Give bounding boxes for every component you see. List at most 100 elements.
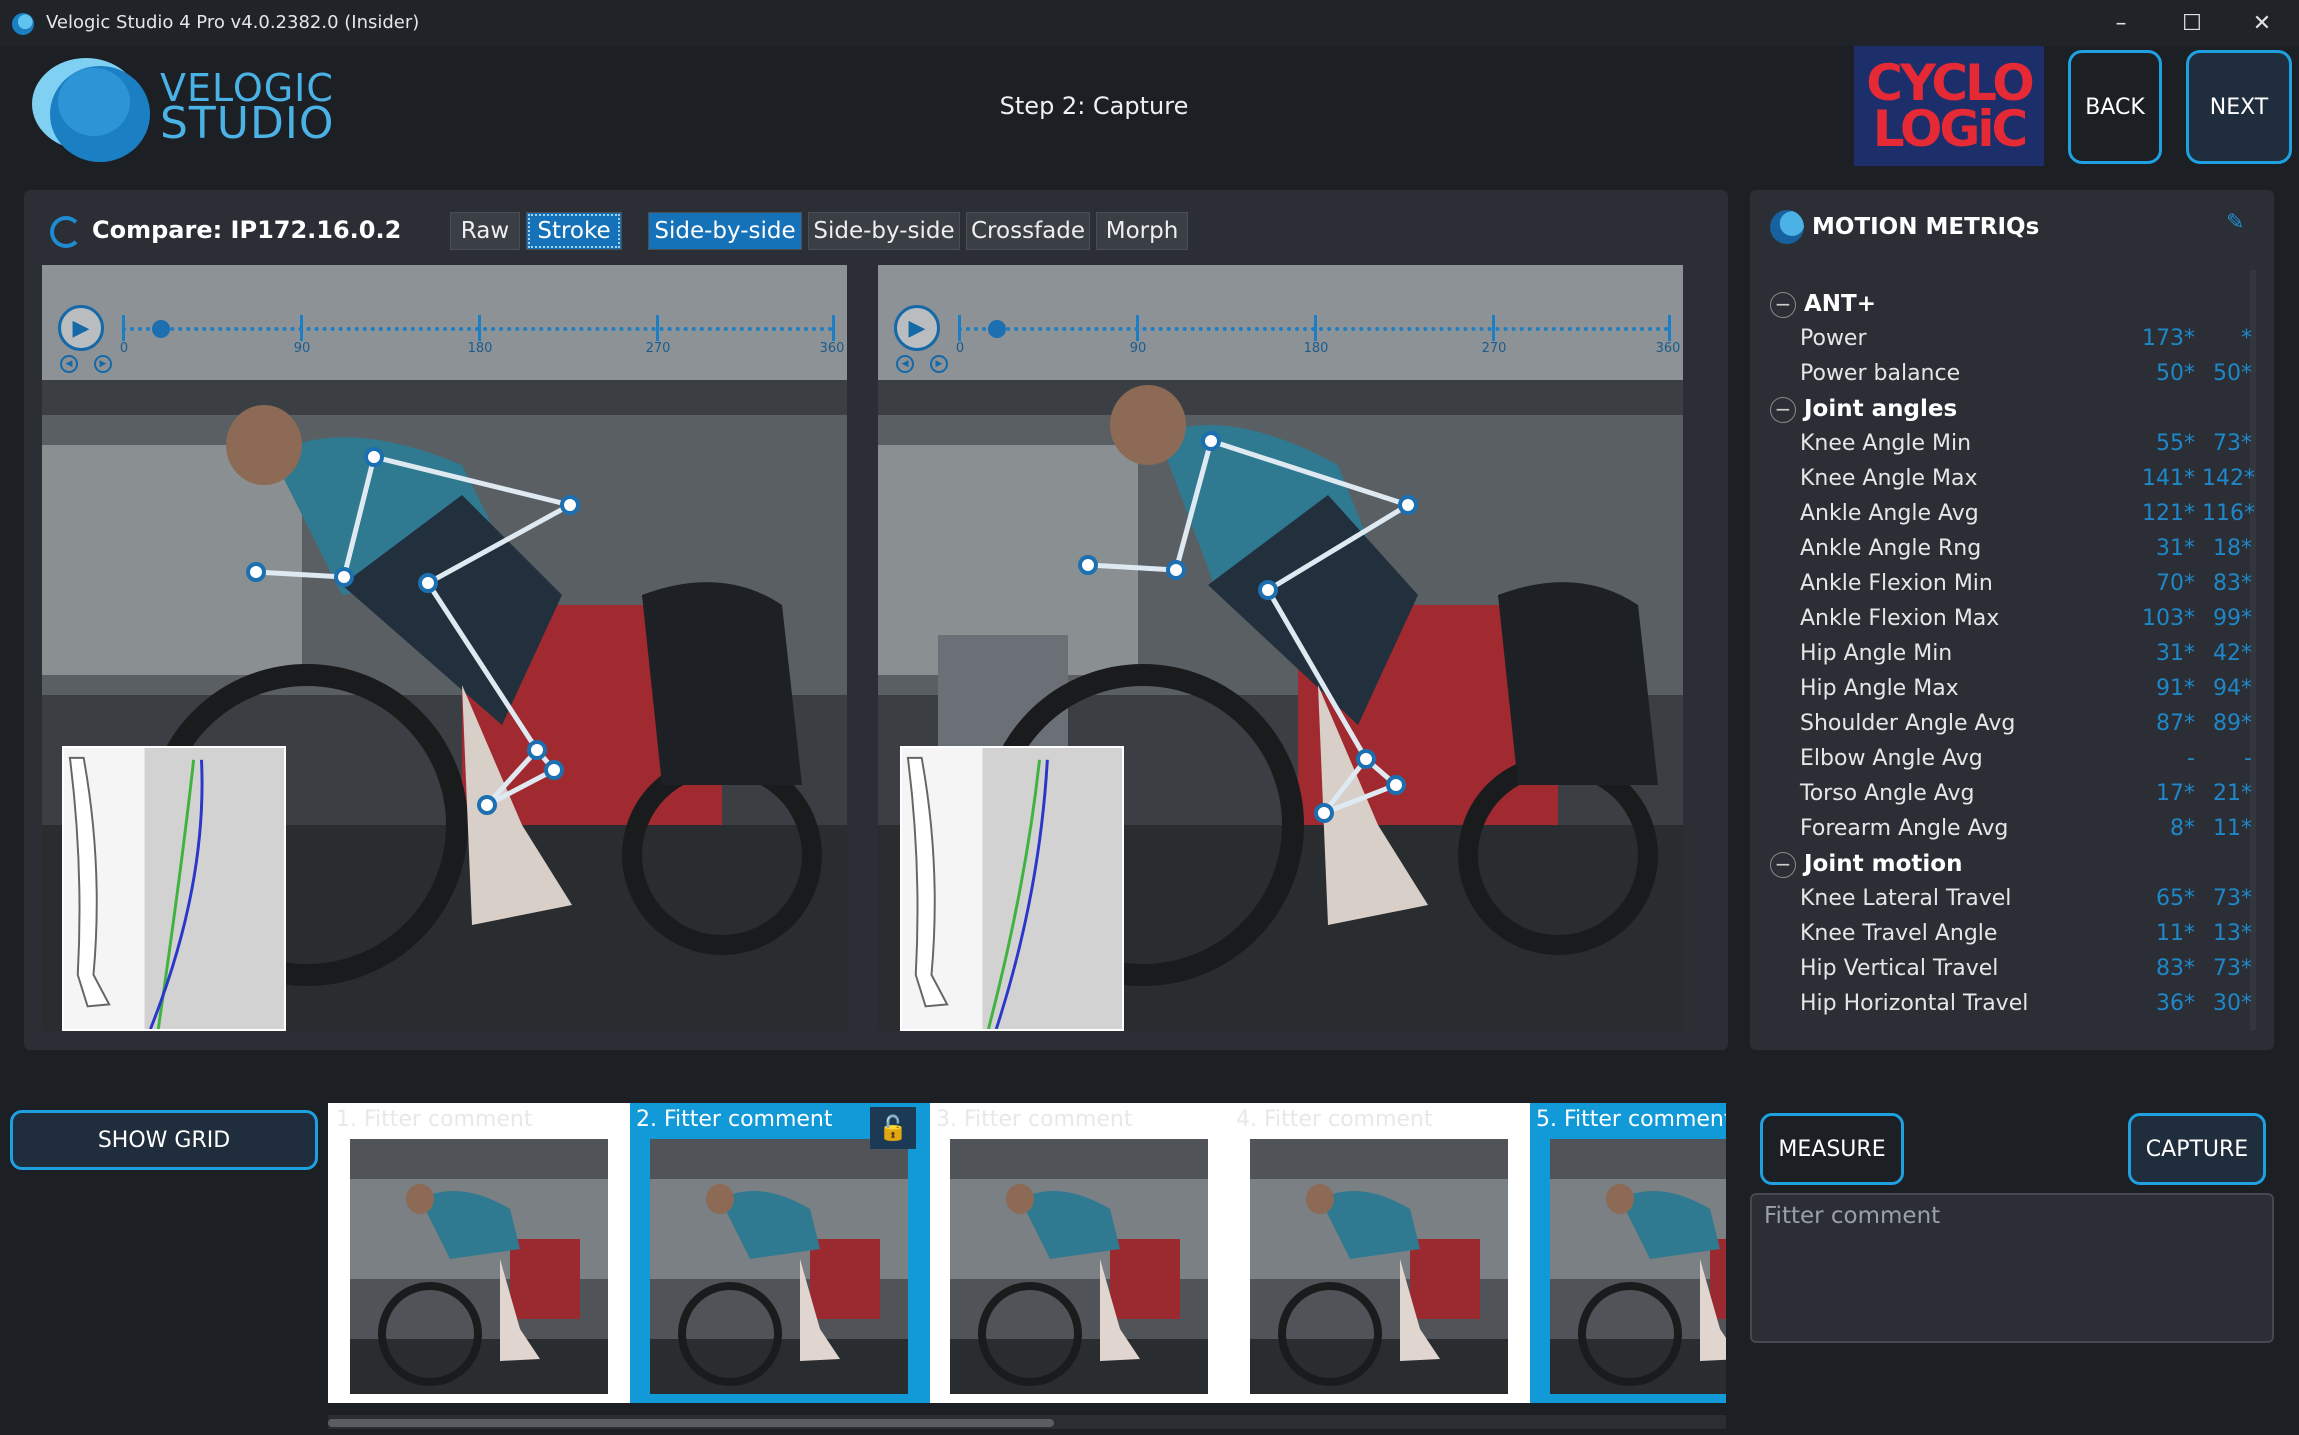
metric-value-right: 116* bbox=[2202, 501, 2255, 526]
metric-value-right: 42* bbox=[2213, 641, 2252, 666]
capture-card[interactable]: 2. Fitter comment 🔓 bbox=[630, 1103, 930, 1403]
metric-value-right: 50* bbox=[2213, 361, 2252, 386]
metric-value-right: 18* bbox=[2213, 536, 2252, 561]
tab-side-by-side-1[interactable]: Side-by-side bbox=[648, 212, 802, 250]
metric-value-left: 173* bbox=[2142, 326, 2195, 351]
capture-thumbnail[interactable] bbox=[1550, 1139, 1726, 1394]
metric-row: Ankle Angle Avg 121* 116* bbox=[1750, 496, 2255, 531]
tab-raw[interactable]: Raw bbox=[450, 212, 520, 250]
metric-label: Ankle Flexion Min bbox=[1800, 571, 1993, 596]
metric-value-left: 11* bbox=[2156, 921, 2195, 946]
metric-label: Elbow Angle Avg bbox=[1800, 746, 1983, 771]
metric-row: Forearm Angle Avg 8* 11* bbox=[1750, 811, 2252, 846]
metric-value-right: 30* bbox=[2213, 991, 2252, 1016]
timeline-scrubber-left[interactable]: ▶ ◀ ▶ 0 90 180 270 360 bbox=[42, 265, 847, 380]
metric-value-right: 21* bbox=[2213, 781, 2252, 806]
tab-morph[interactable]: Morph bbox=[1096, 212, 1188, 250]
metric-label: Torso Angle Avg bbox=[1800, 781, 1975, 806]
metric-group[interactable]: − Joint motion bbox=[1750, 846, 2250, 881]
timeline-knob[interactable] bbox=[152, 320, 171, 338]
maximize-button[interactable]: ☐ bbox=[2158, 0, 2226, 46]
capture-card[interactable]: 1. Fitter comment bbox=[330, 1103, 630, 1403]
tab-side-by-side-2[interactable]: Side-by-side bbox=[808, 212, 960, 250]
capture-caption: 5. Fitter comment bbox=[1536, 1107, 1726, 1132]
metric-value-right: 99* bbox=[2213, 606, 2252, 631]
video-left[interactable]: ▶ ◀ ▶ 0 90 180 270 360 bbox=[42, 265, 847, 1031]
metric-value-left: 70* bbox=[2156, 571, 2195, 596]
metric-value-right: * bbox=[2241, 326, 2252, 351]
timeline-tick bbox=[1314, 315, 1317, 341]
metric-label: Knee Angle Min bbox=[1800, 431, 1972, 456]
metric-row: Knee Travel Angle 11* 13* bbox=[1750, 916, 2252, 951]
capture-thumbnail[interactable] bbox=[950, 1139, 1208, 1394]
timeline-knob[interactable] bbox=[988, 320, 1007, 338]
metric-label: Ankle Angle Rng bbox=[1800, 536, 1982, 561]
metric-row: Hip Vertical Travel 83* 73* bbox=[1750, 951, 2252, 986]
timeline-scrubber-right[interactable]: ▶ ◀ ▶ 0 90 180 270 360 bbox=[878, 265, 1683, 380]
metric-value-left: 31* bbox=[2156, 641, 2195, 666]
metric-value-right: 89* bbox=[2213, 711, 2252, 736]
metric-group[interactable]: − Joint angles bbox=[1750, 391, 2250, 426]
metric-value-left: 121* bbox=[2142, 501, 2195, 526]
metric-value-right: 73* bbox=[2213, 886, 2252, 911]
cyclologic-logo: CYCLO LOGiC bbox=[1854, 46, 2044, 166]
capture-caption: 3. Fitter comment bbox=[936, 1107, 1133, 1132]
collapse-icon[interactable]: − bbox=[1770, 397, 1796, 423]
metric-value-left: - bbox=[2187, 746, 2195, 771]
timeline-tick bbox=[1492, 315, 1495, 341]
metric-value-left: 83* bbox=[2156, 956, 2195, 981]
metric-label: Forearm Angle Avg bbox=[1800, 816, 2009, 841]
timeline-tick bbox=[478, 315, 481, 341]
play-icon[interactable]: ▶ bbox=[894, 305, 940, 351]
metric-value-right: 142* bbox=[2202, 466, 2255, 491]
scrollbar-thumb[interactable] bbox=[328, 1419, 1054, 1427]
capture-button[interactable]: CAPTURE bbox=[2128, 1113, 2266, 1185]
capture-card[interactable]: 4. Fitter comment bbox=[1230, 1103, 1530, 1403]
edit-pencil-icon[interactable]: ✎ bbox=[2226, 210, 2244, 235]
lock-icon[interactable]: 🔓 bbox=[870, 1107, 916, 1149]
collapse-icon[interactable]: − bbox=[1770, 292, 1796, 318]
step-forward-icon[interactable]: ▶ bbox=[930, 355, 948, 373]
show-grid-button[interactable]: SHOW GRID bbox=[10, 1110, 318, 1170]
metric-value-left: 8* bbox=[2170, 816, 2195, 841]
capture-thumbnail[interactable] bbox=[1250, 1139, 1508, 1394]
tab-crossfade[interactable]: Crossfade bbox=[966, 212, 1090, 250]
fitter-comment-field[interactable] bbox=[1750, 1193, 2274, 1343]
tick-label: 180 bbox=[1303, 341, 1329, 356]
capture-thumbnail[interactable] bbox=[350, 1139, 608, 1394]
next-button[interactable]: NEXT bbox=[2186, 50, 2292, 164]
metric-label: Knee Travel Angle bbox=[1800, 921, 1998, 946]
close-button[interactable]: ✕ bbox=[2228, 0, 2296, 46]
metric-value-left: 141* bbox=[2142, 466, 2195, 491]
collapse-icon[interactable]: − bbox=[1770, 852, 1796, 878]
metric-label: Knee Angle Max bbox=[1800, 466, 1978, 491]
play-icon[interactable]: ▶ bbox=[58, 305, 104, 351]
motion-metrics-panel: MOTION METRIQs ✎ − ANT+ Power 173* * Power ba… bbox=[1750, 190, 2274, 1050]
timeline-tick bbox=[122, 315, 125, 341]
metric-row: Ankle Angle Rng 31* 18* bbox=[1750, 531, 2252, 566]
minimize-button[interactable]: – bbox=[2087, 0, 2155, 46]
capture-card[interactable]: 3. Fitter comment bbox=[930, 1103, 1230, 1403]
metric-label: Hip Angle Max bbox=[1800, 676, 1959, 701]
metric-value-right: 73* bbox=[2213, 956, 2252, 981]
knee-trace-inset bbox=[900, 746, 1124, 1031]
measure-button[interactable]: MEASURE bbox=[1760, 1113, 1904, 1185]
back-button[interactable]: BACK bbox=[2068, 50, 2162, 164]
tab-stroke[interactable]: Stroke bbox=[526, 212, 622, 250]
metric-label: Power balance bbox=[1800, 361, 1961, 386]
capture-card[interactable]: 5. Fitter comment bbox=[1530, 1103, 1726, 1403]
metric-group-label: ANT+ bbox=[1804, 291, 1877, 317]
compare-refresh-icon[interactable] bbox=[50, 216, 82, 248]
metrics-list: − ANT+ Power 173* * Power balance 50* 50* − Joint… bbox=[1750, 286, 2255, 1021]
metric-row: Elbow Angle Avg - - bbox=[1750, 741, 2252, 776]
metric-value-left: 17* bbox=[2156, 781, 2195, 806]
metric-group[interactable]: − ANT+ bbox=[1750, 286, 2250, 321]
metric-value-left: 103* bbox=[2142, 606, 2195, 631]
step-back-icon[interactable]: ◀ bbox=[60, 355, 78, 373]
video-right[interactable]: ▶ ◀ ▶ 0 90 180 270 360 bbox=[878, 265, 1683, 1031]
timeline-tick bbox=[300, 315, 303, 341]
step-back-icon[interactable]: ◀ bbox=[896, 355, 914, 373]
step-forward-icon[interactable]: ▶ bbox=[94, 355, 112, 373]
capture-thumbnail[interactable] bbox=[650, 1139, 908, 1394]
timeline-tick bbox=[1136, 315, 1139, 341]
